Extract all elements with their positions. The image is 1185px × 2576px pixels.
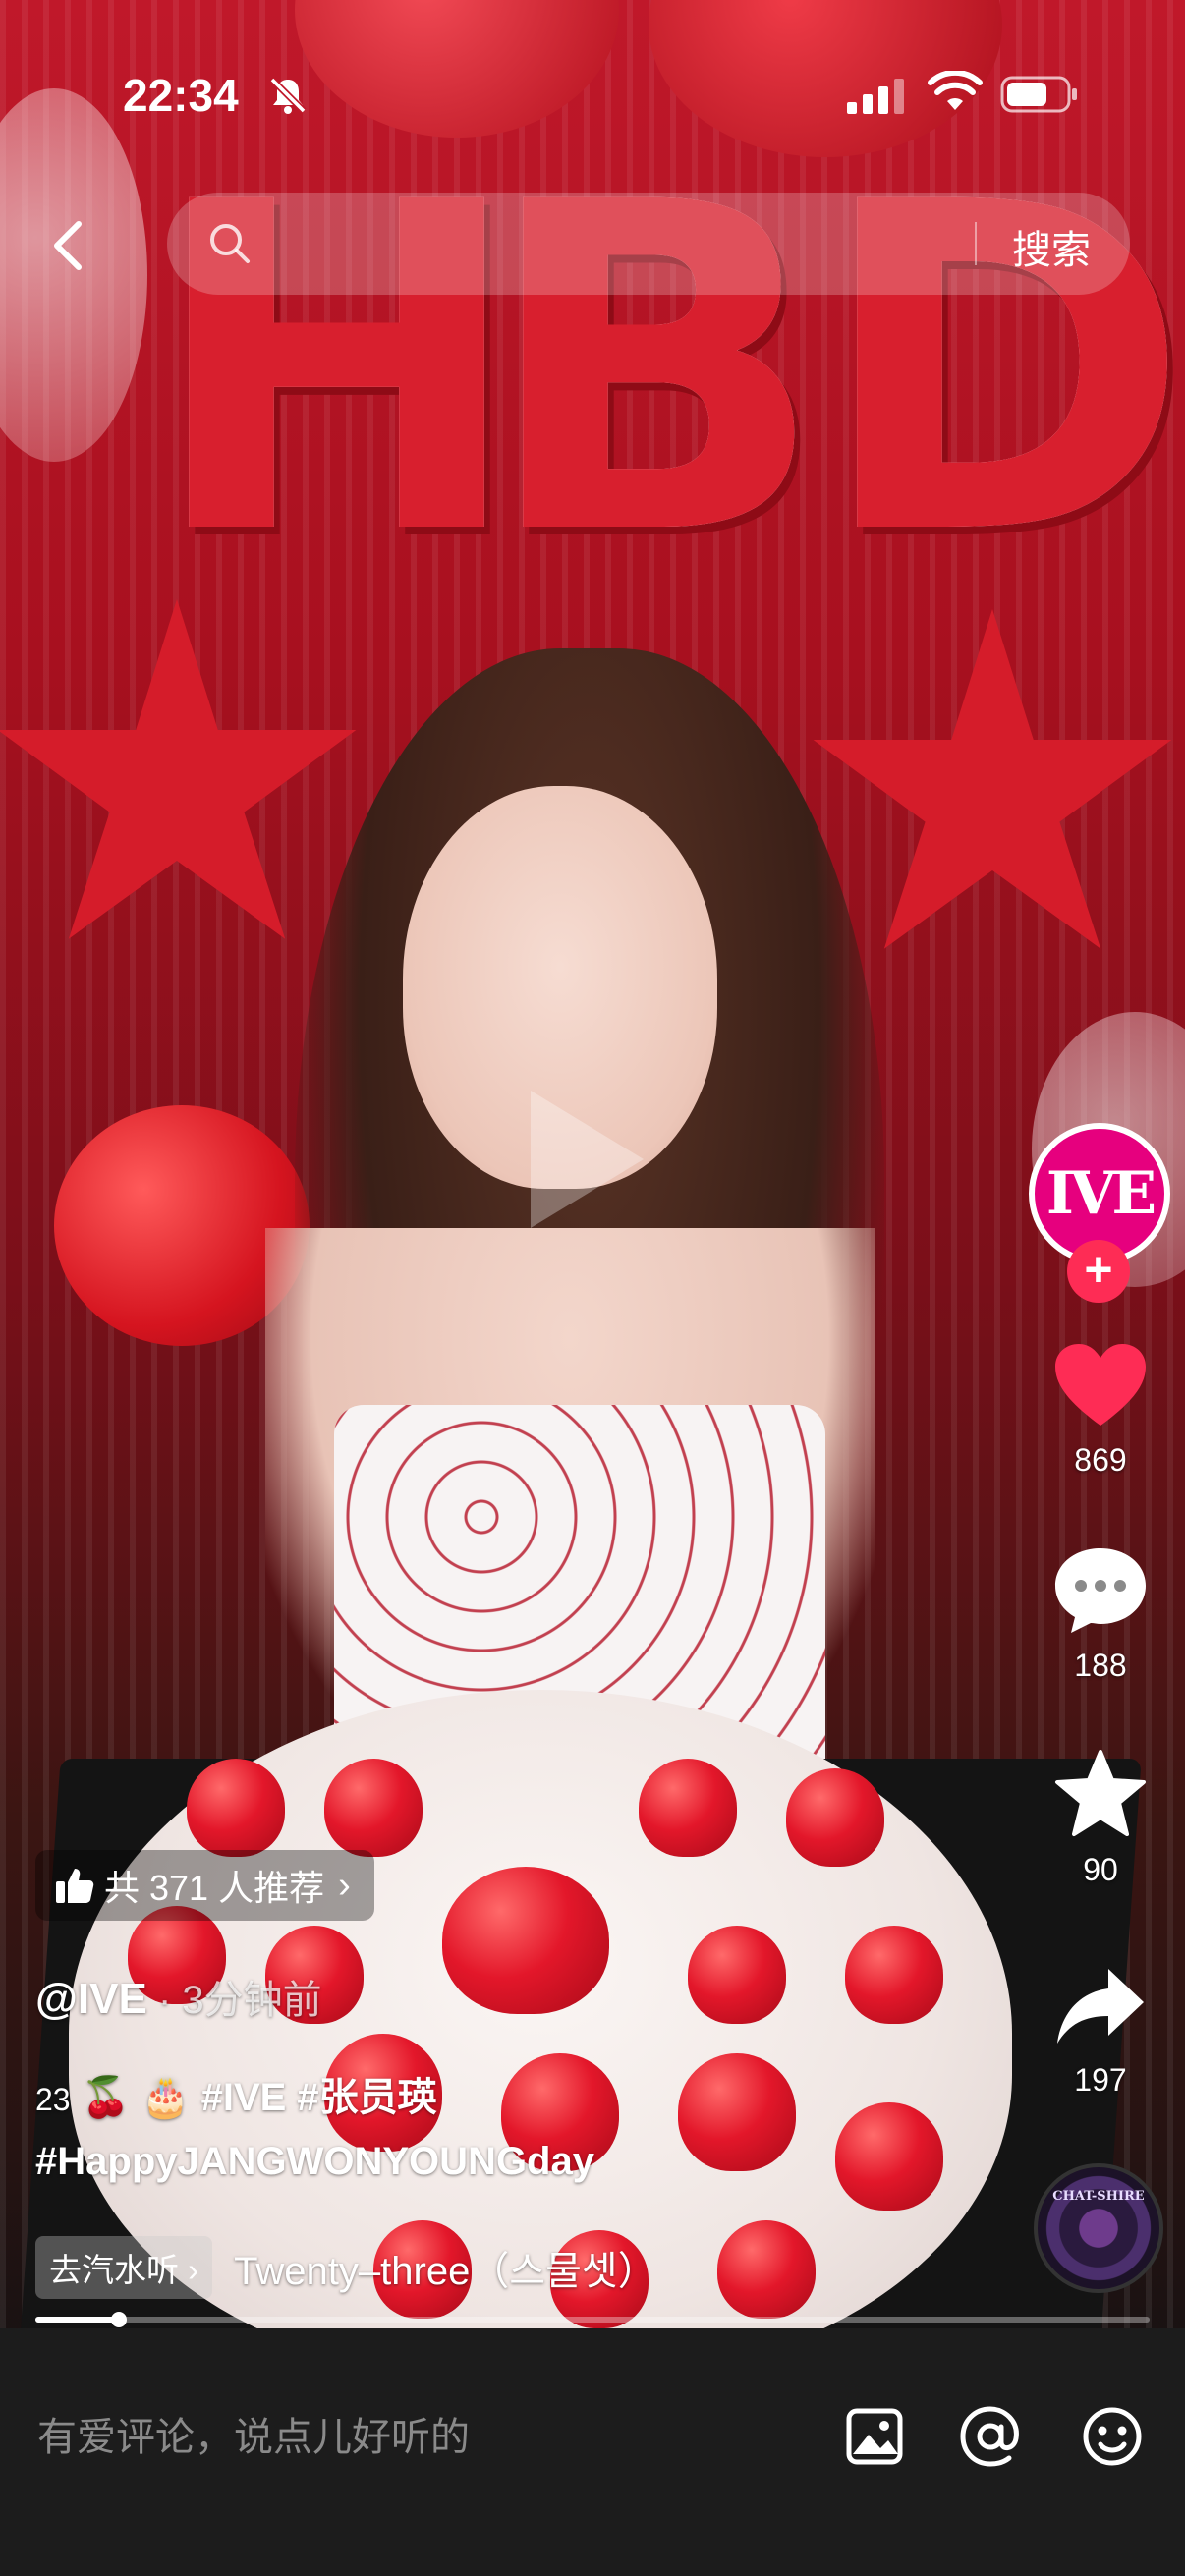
star-icon bbox=[1055, 1750, 1146, 1836]
strawberry bbox=[835, 2102, 943, 2211]
search-bar[interactable]: 搜索 bbox=[167, 193, 1130, 295]
strawberry bbox=[678, 2053, 796, 2171]
search-divider bbox=[975, 222, 977, 265]
share-arrow-icon bbox=[1057, 1969, 1144, 2044]
status-time: 22:34 bbox=[123, 70, 239, 121]
thumbs-up-icon bbox=[56, 1869, 94, 1903]
music-disc[interactable]: CHAT-SHIRE bbox=[1034, 2163, 1163, 2293]
author-line: @IVE · 3分钟前 bbox=[35, 1968, 322, 2025]
like-action[interactable]: 869 bbox=[1042, 1341, 1159, 1479]
progress-knob[interactable] bbox=[111, 2312, 128, 2327]
foil-star-left bbox=[0, 599, 357, 939]
battery-icon bbox=[1000, 76, 1077, 113]
foil-letter-b: B bbox=[481, 108, 826, 634]
recommend-chevron: › bbox=[338, 1864, 351, 1906]
comment-input[interactable] bbox=[35, 2387, 806, 2488]
progress-fill bbox=[35, 2317, 120, 2323]
foil-letter-d: D bbox=[816, 108, 1185, 634]
progress-bar[interactable] bbox=[35, 2312, 1150, 2327]
music-disc-label: CHAT-SHIRE bbox=[1052, 2189, 1145, 2204]
play-icon[interactable] bbox=[531, 1091, 644, 1228]
back-chevron-icon[interactable] bbox=[39, 216, 98, 275]
listen-in-app-chip[interactable]: 去汽水听 › bbox=[35, 2236, 213, 2299]
signal-icon bbox=[847, 79, 904, 114]
strawberry bbox=[786, 1768, 884, 1867]
balloon-clear bbox=[0, 88, 147, 462]
wifi-icon bbox=[928, 71, 983, 110]
music-title[interactable]: Twenty–three（스물셋） bbox=[234, 2239, 657, 2296]
caption-emoji: 🍒 🎂 bbox=[81, 2076, 191, 2119]
strawberry bbox=[442, 1867, 609, 2014]
strawberry bbox=[845, 1926, 943, 2024]
comment-count: 188 bbox=[1074, 1648, 1127, 1683]
favorite-count: 90 bbox=[1083, 1852, 1118, 1887]
at-mention-icon[interactable] bbox=[959, 2405, 1022, 2468]
strawberry bbox=[324, 1759, 423, 1857]
comment-bubble-icon bbox=[1055, 1548, 1146, 1633]
recommend-text: 共 371 人推荐 bbox=[104, 1868, 325, 1908]
strawberry bbox=[187, 1759, 285, 1857]
recommend-pill[interactable]: 共 371 人推荐 › bbox=[35, 1850, 374, 1921]
author-separator: · bbox=[146, 1979, 183, 2022]
strawberry bbox=[717, 2220, 816, 2319]
music-row: 去汽水听 › Twenty–three（스물셋） bbox=[35, 2236, 657, 2299]
share-action[interactable]: 197 bbox=[1042, 1965, 1159, 2099]
caption-line-1: 23 🍒 🎂 #IVE #张员瑛 bbox=[35, 2065, 437, 2122]
strawberry bbox=[639, 1759, 737, 1857]
follow-button[interactable]: + bbox=[1067, 1240, 1130, 1303]
foil-star-right bbox=[813, 609, 1172, 949]
share-count: 197 bbox=[1074, 2062, 1127, 2098]
emoji-icon[interactable] bbox=[1081, 2405, 1144, 2468]
author-name[interactable]: @IVE bbox=[35, 1975, 147, 2023]
image-icon[interactable] bbox=[845, 2407, 904, 2466]
like-count: 869 bbox=[1074, 1442, 1127, 1478]
search-button[interactable]: 搜索 bbox=[1012, 218, 1091, 275]
favorite-action[interactable]: 90 bbox=[1042, 1749, 1159, 1888]
search-icon bbox=[210, 224, 250, 263]
comment-bar bbox=[0, 2328, 1185, 2576]
mute-bell-icon bbox=[269, 77, 307, 114]
strawberry bbox=[688, 1926, 786, 2024]
caption-hashtags[interactable]: #IVE #张员瑛 bbox=[201, 2076, 437, 2119]
caption-hashtag-line[interactable]: #HappyJANGWONYOUNGday bbox=[35, 2140, 594, 2184]
heart-icon bbox=[1055, 1344, 1146, 1426]
caption-number: 23 bbox=[35, 2082, 71, 2117]
foil-letter-h: H bbox=[147, 108, 526, 634]
comment-action[interactable]: 188 bbox=[1042, 1544, 1159, 1684]
post-time: 3分钟前 bbox=[182, 1979, 322, 2022]
